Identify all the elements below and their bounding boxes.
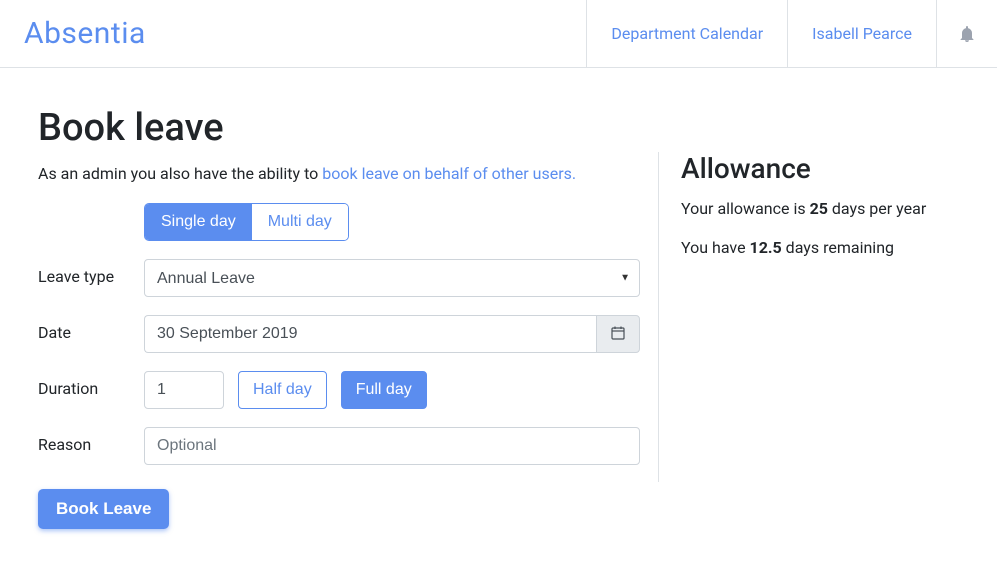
tab-multi-day[interactable]: Multi day xyxy=(252,204,348,240)
allowance-remaining: You have 12.5 days remaining xyxy=(681,238,959,257)
full-day-button[interactable]: Full day xyxy=(341,371,427,409)
notification-bell-icon[interactable] xyxy=(936,0,997,67)
book-leave-button[interactable]: Book Leave xyxy=(38,489,169,529)
nav-link-calendar[interactable]: Department Calendar xyxy=(586,0,787,67)
calendar-icon xyxy=(611,325,625,344)
admin-subtitle: As an admin you also have the ability to… xyxy=(38,164,658,183)
subtitle-text: As an admin you also have the ability to xyxy=(38,164,322,183)
book-on-behalf-link[interactable]: book leave on behalf of other users. xyxy=(322,164,576,183)
row-mode-tabs: Single day Multi day xyxy=(38,203,658,241)
brand-logo[interactable]: Absentia xyxy=(0,0,586,67)
nav-link-user[interactable]: Isabell Pearce xyxy=(787,0,936,67)
tab-single-day[interactable]: Single day xyxy=(145,204,252,240)
label-date: Date xyxy=(38,315,144,342)
day-mode-toggle: Single day Multi day xyxy=(144,203,349,241)
label-duration: Duration xyxy=(38,371,144,398)
half-day-button[interactable]: Half day xyxy=(238,371,327,409)
allowance-title: Allowance xyxy=(681,152,959,185)
nav-right: Department Calendar Isabell Pearce xyxy=(586,0,997,67)
calendar-picker-button[interactable] xyxy=(596,315,640,353)
row-date: Date xyxy=(38,315,658,353)
page-title: Book leave xyxy=(38,106,658,150)
allowance-total: Your allowance is 25 days per year xyxy=(681,199,959,218)
allowance-total-value: 25 xyxy=(810,199,828,218)
label-leave-type: Leave type xyxy=(38,259,144,288)
allowance-sidebar: Allowance Your allowance is 25 days per … xyxy=(658,152,959,482)
main-form: Book leave As an admin you also have the… xyxy=(38,98,658,529)
label-reason: Reason xyxy=(38,427,144,454)
page-container: Book leave As an admin you also have the… xyxy=(0,68,997,529)
row-reason: Reason xyxy=(38,427,658,465)
duration-input[interactable] xyxy=(144,371,224,409)
date-input[interactable] xyxy=(144,315,596,353)
reason-input[interactable] xyxy=(144,427,640,465)
leave-type-select[interactable]: Annual Leave xyxy=(144,259,640,297)
allowance-remaining-value: 12.5 xyxy=(750,238,782,257)
spacer xyxy=(38,203,144,211)
navbar: Absentia Department Calendar Isabell Pea… xyxy=(0,0,997,68)
row-duration: Duration Half day Full day xyxy=(38,371,658,409)
row-leave-type: Leave type Annual Leave ▼ xyxy=(38,259,658,297)
